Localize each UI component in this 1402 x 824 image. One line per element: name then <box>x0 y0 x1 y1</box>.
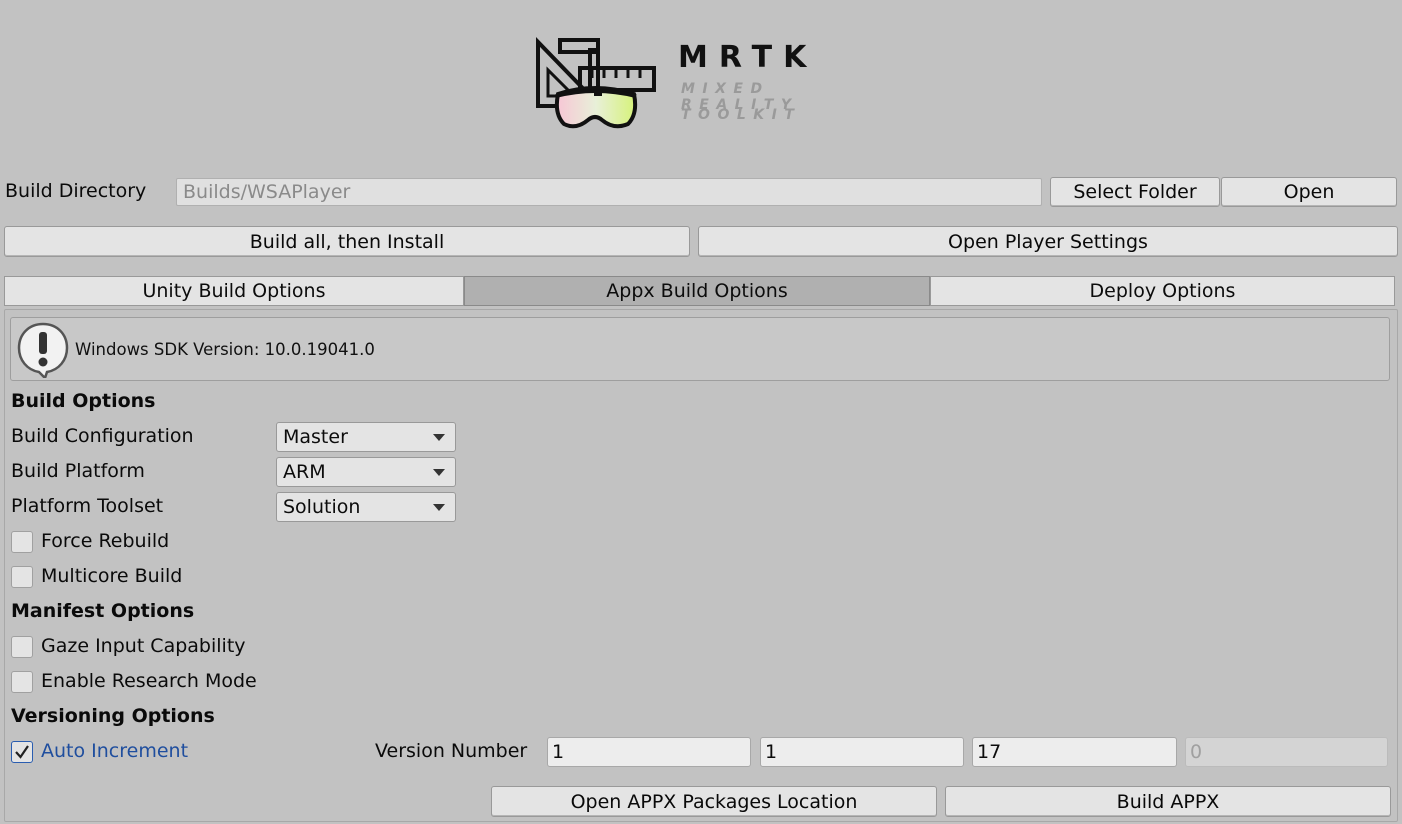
tab-unity-build-options[interactable]: Unity Build Options <box>4 276 464 306</box>
build-directory-label: Build Directory <box>5 180 147 202</box>
build-all-install-button[interactable]: Build all, then Install <box>4 226 690 257</box>
info-exclamation-icon <box>17 322 69 378</box>
chevron-down-icon <box>433 434 445 441</box>
build-configuration-dropdown[interactable]: Master <box>276 422 456 452</box>
build-platform-label: Build Platform <box>11 460 145 482</box>
open-folder-button[interactable]: Open <box>1221 177 1397 207</box>
logo-title: MRTK <box>678 40 818 75</box>
mrtk-logo: MRTK MIXED REALITY TOOLKIT <box>530 34 870 134</box>
research-mode-checkbox[interactable] <box>11 671 33 693</box>
version-revision-field: 0 <box>1185 737 1388 767</box>
version-major-field[interactable]: 1 <box>547 737 751 767</box>
build-platform-value: ARM <box>283 461 326 483</box>
chevron-down-icon <box>433 469 445 476</box>
manifest-options-heading: Manifest Options <box>11 600 195 622</box>
auto-increment-checkbox[interactable] <box>11 741 33 763</box>
multicore-build-checkbox[interactable] <box>11 566 33 588</box>
select-folder-button[interactable]: Select Folder <box>1050 177 1220 207</box>
auto-increment-label: Auto Increment <box>41 740 189 762</box>
research-mode-label: Enable Research Mode <box>41 670 257 692</box>
force-rebuild-checkbox[interactable] <box>11 531 33 553</box>
open-player-settings-button[interactable]: Open Player Settings <box>698 226 1398 257</box>
build-options-heading: Build Options <box>11 390 156 412</box>
build-platform-dropdown[interactable]: ARM <box>276 457 456 487</box>
tab-deploy-options[interactable]: Deploy Options <box>930 276 1395 306</box>
versioning-options-heading: Versioning Options <box>11 705 215 727</box>
chevron-down-icon <box>433 504 445 511</box>
platform-toolset-value: Solution <box>283 496 361 518</box>
version-build-field[interactable]: 17 <box>972 737 1177 767</box>
build-configuration-label: Build Configuration <box>11 425 194 447</box>
force-rebuild-label: Force Rebuild <box>41 530 170 552</box>
build-window: MRTK MIXED REALITY TOOLKIT Build Directo… <box>0 0 1402 824</box>
sdk-version-text: Windows SDK Version: 10.0.19041.0 <box>75 340 375 359</box>
build-directory-field[interactable]: Builds/WSAPlayer <box>176 178 1042 206</box>
platform-toolset-dropdown[interactable]: Solution <box>276 492 456 522</box>
gaze-input-label: Gaze Input Capability <box>41 635 246 657</box>
open-appx-packages-button[interactable]: Open APPX Packages Location <box>491 786 937 817</box>
tab-appx-build-options[interactable]: Appx Build Options <box>464 276 930 306</box>
build-appx-button[interactable]: Build APPX <box>945 786 1391 817</box>
version-number-label: Version Number <box>375 740 528 762</box>
version-minor-field[interactable]: 1 <box>760 737 964 767</box>
gaze-input-checkbox[interactable] <box>11 636 33 658</box>
multicore-build-label: Multicore Build <box>41 565 183 587</box>
mrtk-logo-icon <box>536 37 656 129</box>
checkmark-icon <box>15 745 29 759</box>
sdk-info-box: Windows SDK Version: 10.0.19041.0 <box>10 317 1390 381</box>
build-configuration-value: Master <box>283 426 348 448</box>
platform-toolset-label: Platform Toolset <box>11 495 164 517</box>
logo-subtitle-line2: TOOLKIT <box>681 107 802 123</box>
